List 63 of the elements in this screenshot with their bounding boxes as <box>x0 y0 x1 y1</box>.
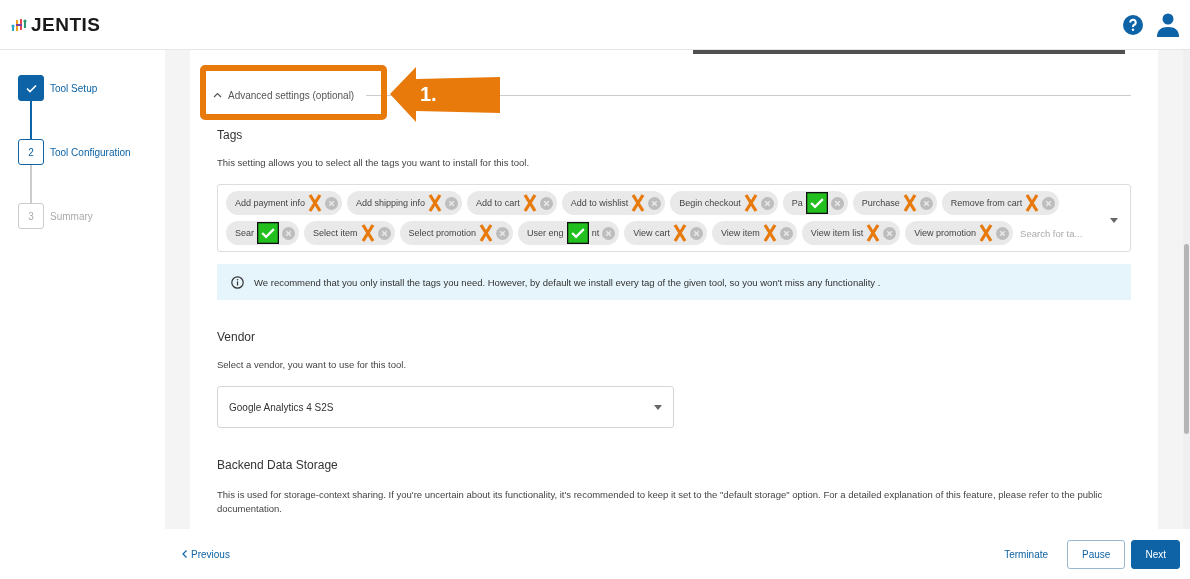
remove-icon[interactable] <box>760 196 774 210</box>
remove-icon[interactable] <box>325 196 339 210</box>
info-text: We recommend that you only install the tags you need. However, by default we install every tag of the given tool, so you won't miss any functionality . <box>254 276 881 288</box>
tag-chip[interactable]: Purchase <box>852 191 937 215</box>
section-description: Select a vendor, you want to use for this tool. <box>217 358 408 372</box>
user-icon[interactable] <box>1157 12 1179 37</box>
step-number: 2 <box>28 146 34 158</box>
tag-chip[interactable]: Add to wishlist <box>561 191 666 215</box>
remove-icon[interactable] <box>830 196 844 210</box>
section-title: Tags <box>217 128 244 142</box>
chevron-left-icon <box>182 550 187 558</box>
tag-chip[interactable]: Add shipping info <box>347 191 463 215</box>
advanced-settings-toggle[interactable]: Advanced settings (optional) <box>213 89 355 101</box>
tag-chip[interactable]: Sear <box>226 221 299 245</box>
info-icon <box>231 275 244 289</box>
pause-button[interactable]: Pause <box>1067 539 1126 569</box>
tag-select-field[interactable] <box>217 184 1131 252</box>
remove-icon[interactable] <box>883 226 897 240</box>
remove-icon[interactable] <box>377 226 391 240</box>
remove-icon[interactable] <box>919 196 933 210</box>
remove-icon[interactable] <box>539 196 553 210</box>
tag-chip[interactable]: Select item <box>304 221 395 245</box>
logo-icon <box>11 17 27 32</box>
step-number: 3 <box>28 210 34 222</box>
tag-chip[interactable]: Pa <box>782 191 848 215</box>
tag-chip[interactable]: View promotion <box>905 221 1014 245</box>
section-description: This is used for storage-context sharing. If you're uncertain about its functionality, it's recommended to keep it set to the "default storage" option. For a detailed explanation of this feature, please refer to the public documentation. <box>217 488 1104 516</box>
terminate-link[interactable]: Terminate <box>1004 548 1049 560</box>
remove-icon[interactable] <box>648 196 662 210</box>
next-button[interactable]: Next <box>1131 539 1180 569</box>
remove-icon[interactable] <box>496 226 510 240</box>
remove-icon[interactable] <box>445 196 459 210</box>
section-title: Vendor <box>217 330 257 344</box>
tag-chip[interactable]: Remove from cart <box>941 191 1060 215</box>
remove-icon[interactable] <box>602 226 616 240</box>
tag-chip[interactable]: Add to cart <box>467 191 557 215</box>
scrollbar-thumb[interactable] <box>1184 244 1189 434</box>
chevron-icon <box>213 92 222 98</box>
section-title: Backend Data Storage <box>217 458 339 472</box>
dropdown-caret-icon[interactable] <box>1110 218 1118 223</box>
dropdown-caret-icon <box>654 404 662 410</box>
remove-icon[interactable] <box>1042 196 1056 210</box>
tag-chip[interactable]: Begin checkout <box>670 191 778 215</box>
check-icon <box>25 83 37 93</box>
logo-text: JENTIS <box>31 13 101 36</box>
remove-icon[interactable] <box>690 226 703 240</box>
step-label[interactable]: Tool Configuration <box>50 146 131 158</box>
step-label[interactable]: Tool Setup <box>50 82 98 94</box>
tag-chip[interactable]: User eng nt <box>518 221 620 245</box>
help-icon[interactable] <box>1123 14 1143 35</box>
tag-chip[interactable]: View item list <box>801 221 901 245</box>
tag-chip[interactable]: View cart <box>624 221 707 245</box>
tag-search-input[interactable]: Search for ta... <box>1018 221 1104 245</box>
vendor-select[interactable]: Google Analytics 4 S2S <box>217 386 674 428</box>
section-description: This setting allows you to select all the tags you want to install for this tool. <box>217 156 531 170</box>
remove-icon[interactable] <box>996 226 1010 240</box>
tag-chip[interactable]: Add payment info <box>226 191 343 215</box>
tag-chip[interactable]: Select promotion <box>399 221 514 245</box>
previous-link[interactable]: Previous <box>182 548 230 560</box>
remove-icon[interactable] <box>779 226 793 240</box>
annotation-label: 1. <box>420 83 437 106</box>
remove-icon[interactable] <box>282 226 295 240</box>
tag-chip[interactable]: View item <box>712 221 797 245</box>
